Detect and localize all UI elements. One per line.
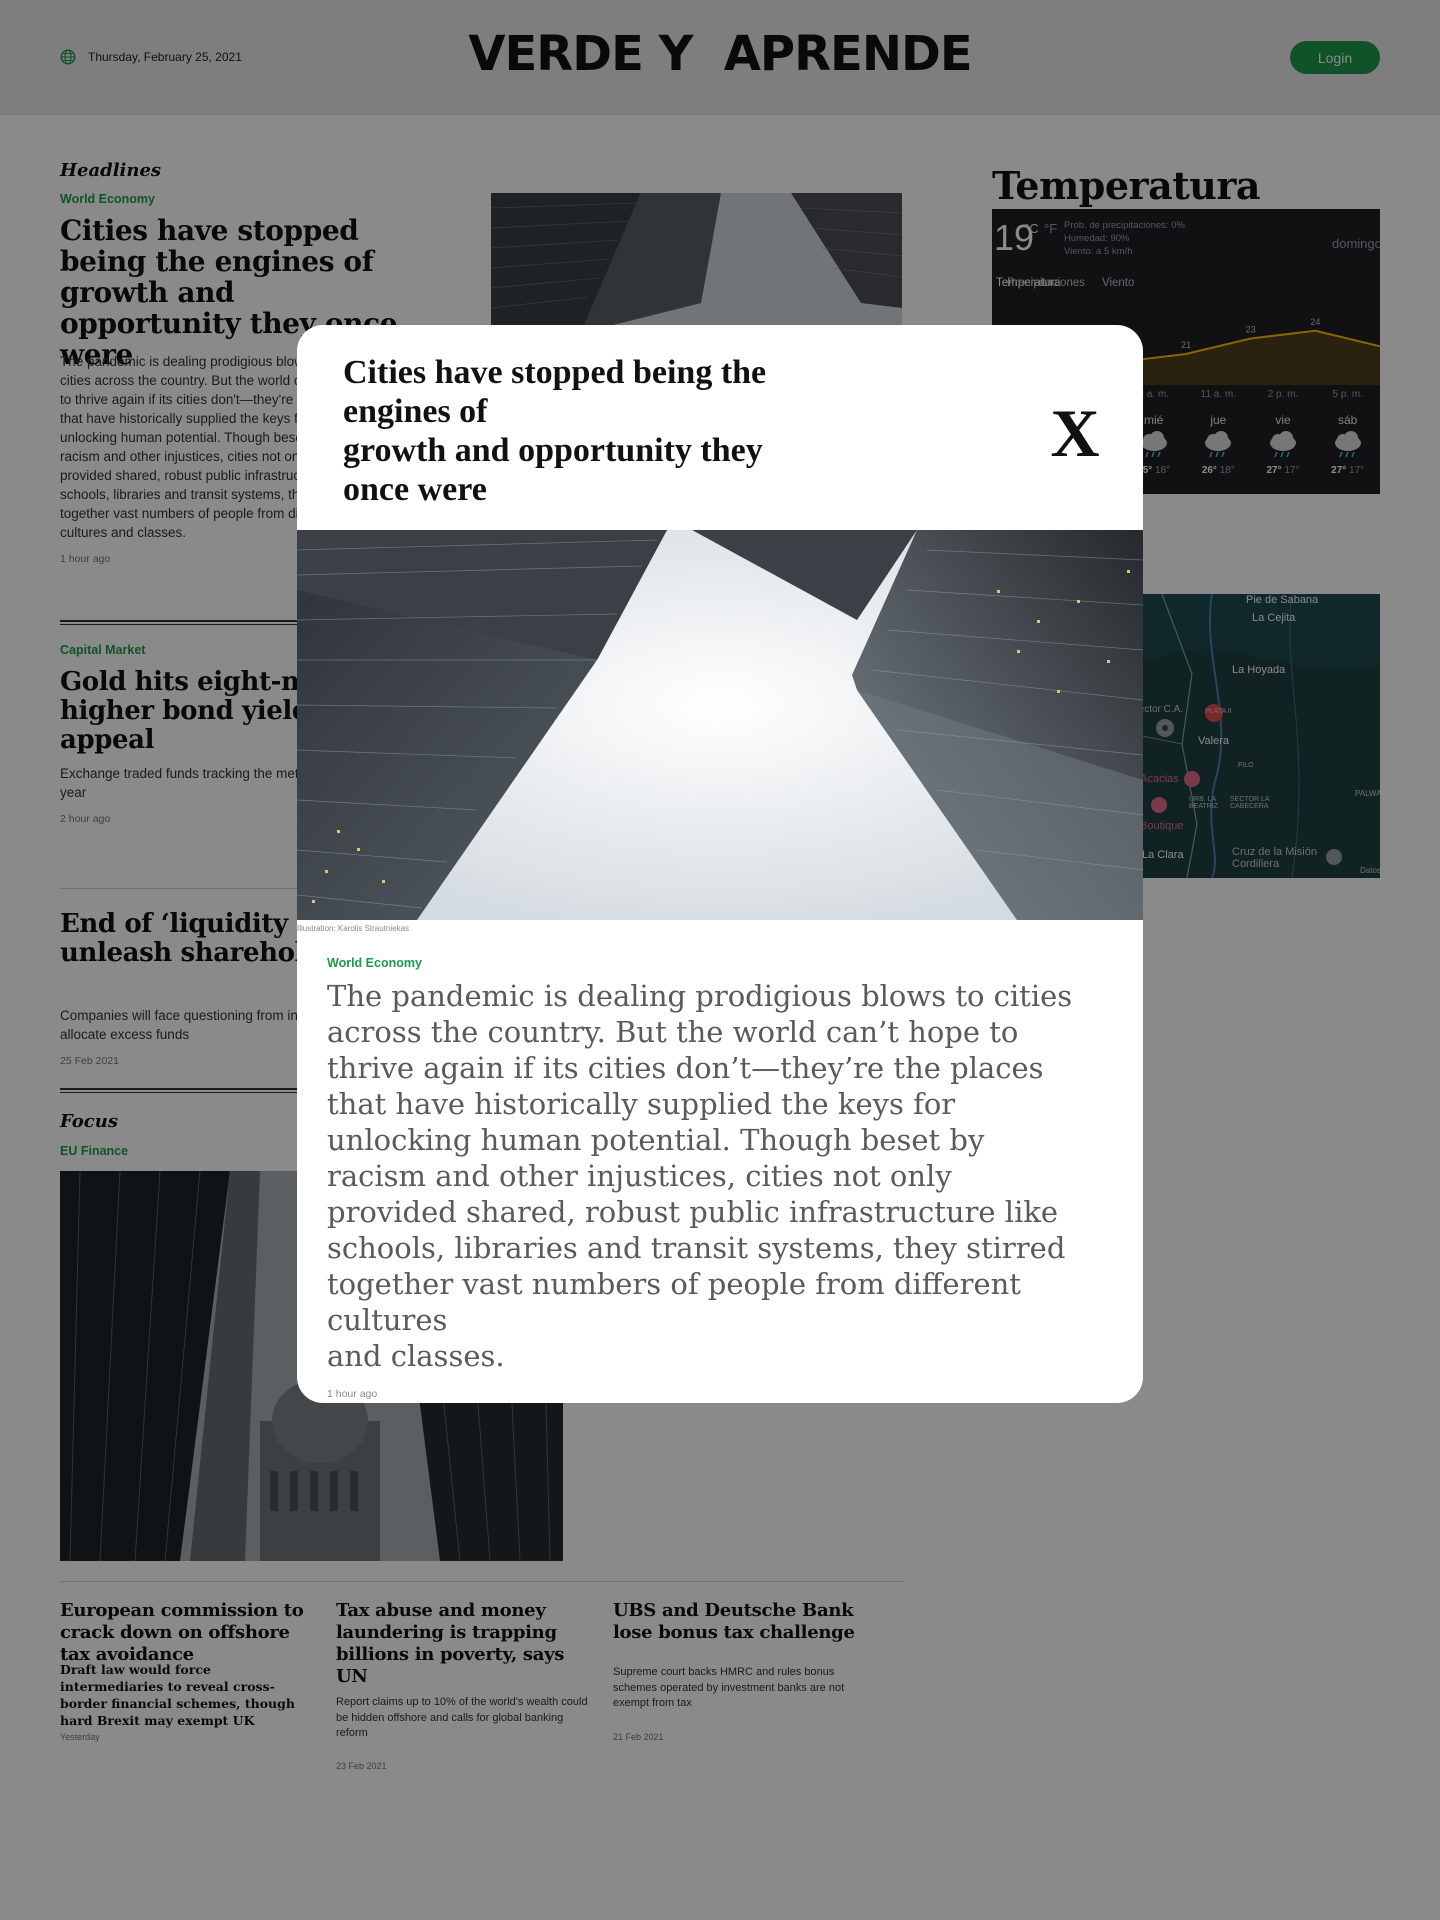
modal-close-button[interactable]: X xyxy=(1037,395,1113,471)
modal-title-line: Cities have stopped being the xyxy=(343,354,767,391)
modal-body-line: unlocking human potential. Though beset … xyxy=(327,1123,985,1157)
modal-title-line: growth and opportunity they xyxy=(343,432,763,469)
image-credit: Illustration: Karolis Strautniekas xyxy=(297,924,410,933)
modal-title-line: engines of xyxy=(343,393,488,430)
modal-body-line: thrive again if its cities don’t—they’re… xyxy=(327,1051,1044,1085)
modal-body: The pandemic is dealing prodigious blows… xyxy=(327,978,1127,1374)
modal-body-line: schools, libraries and transit systems, … xyxy=(327,1231,1066,1265)
modal-title-line: once were xyxy=(343,471,487,508)
modal-body-line: provided shared, robust public infrastru… xyxy=(327,1195,1059,1229)
modal-body-line: across the country. But the world can’t … xyxy=(327,1015,1019,1049)
modal-title: Cities have stopped being the engines of… xyxy=(343,353,863,509)
modal-body-line: and classes. xyxy=(327,1339,505,1373)
modal-body-line: racism and other injustices, cities not … xyxy=(327,1159,952,1193)
modal-body-line: that have historically supplied the keys… xyxy=(327,1087,956,1121)
modal-hero-image xyxy=(297,530,1143,920)
article-modal: Cities have stopped being the engines of… xyxy=(297,325,1143,1403)
modal-category[interactable]: World Economy xyxy=(327,956,422,970)
modal-body-line: The pandemic is dealing prodigious blows… xyxy=(327,979,1073,1013)
modal-body-line: together vast numbers of people from dif… xyxy=(327,1267,1021,1301)
modal-timestamp: 1 hour ago xyxy=(327,1388,378,1400)
modal-body-line: cultures xyxy=(327,1303,448,1337)
